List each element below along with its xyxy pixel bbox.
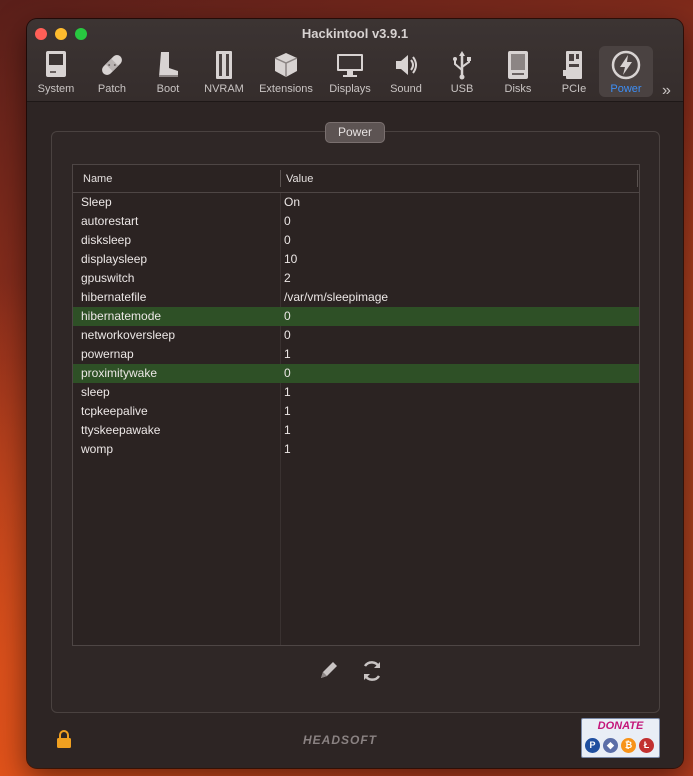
- row-name: disksleep: [81, 233, 132, 247]
- table-row[interactable]: Sleep On: [73, 193, 639, 212]
- disks-icon: [506, 50, 530, 83]
- row-name: displaysleep: [81, 252, 148, 266]
- toolbar-item-usb[interactable]: USB: [437, 46, 487, 97]
- paypal-icon: P: [585, 738, 600, 753]
- row-value: 1: [284, 423, 291, 437]
- toolbar-item-extensions[interactable]: Extensions: [255, 46, 317, 97]
- panel-title: Power: [325, 122, 385, 143]
- row-name: womp: [81, 442, 114, 456]
- power-icon: [611, 50, 641, 83]
- row-name: autorestart: [81, 214, 139, 228]
- table-row[interactable]: autorestart 0: [73, 212, 639, 231]
- headsoft-logo: HEADSOFT: [303, 733, 377, 747]
- system-icon: [44, 50, 68, 83]
- row-name: tcpkeepalive: [81, 404, 148, 418]
- row-value: 1: [284, 385, 291, 399]
- row-name: networkoversleep: [81, 328, 176, 342]
- extensions-icon: [272, 50, 300, 83]
- row-name: hibernatemode: [81, 309, 162, 323]
- row-name: ttyskeepawake: [81, 423, 161, 437]
- app-window: Hackintool v3.9.1 System Patch Boot NVRA…: [27, 19, 683, 768]
- row-name: gpuswitch: [81, 271, 135, 285]
- title-bar: Hackintool v3.9.1 System Patch Boot NVRA…: [27, 19, 683, 102]
- power-pane: Power Name Value Sleep On autorestart 0 di…: [27, 102, 683, 768]
- displays-icon: [335, 50, 365, 83]
- toolbar-overflow-button[interactable]: »: [662, 82, 671, 100]
- donate-button[interactable]: DONATE P ◆ ₿ Ł: [581, 718, 660, 758]
- ethereum-icon: ◆: [603, 738, 618, 753]
- power-settings-table[interactable]: Name Value Sleep On autorestart 0 diskslee…: [72, 164, 640, 646]
- lock-button[interactable]: [56, 730, 72, 753]
- row-value: 10: [284, 252, 298, 266]
- refresh-button[interactable]: [359, 658, 385, 689]
- row-name: hibernatefile: [81, 290, 147, 304]
- table-row-highlighted[interactable]: proximitywake 0: [73, 364, 639, 383]
- toolbar-item-nvram[interactable]: NVRAM: [199, 46, 249, 97]
- table-row[interactable]: ttyskeepawake 1: [73, 421, 639, 440]
- row-value: 0: [284, 328, 291, 342]
- row-value: 1: [284, 404, 291, 418]
- window-title: Hackintool v3.9.1: [301, 26, 409, 41]
- pencil-icon: [321, 662, 337, 678]
- row-value: 0: [284, 309, 291, 323]
- table-row[interactable]: powernap 1: [73, 345, 639, 364]
- table-row[interactable]: gpuswitch 2: [73, 269, 639, 288]
- row-value: 1: [284, 347, 291, 361]
- nvram-icon: [213, 50, 235, 83]
- bitcoin-icon: ₿: [621, 738, 636, 753]
- donate-label: DONATE: [597, 720, 644, 732]
- toolbar-item-disks[interactable]: Disks: [493, 46, 543, 97]
- table-row-highlighted[interactable]: hibernatemode 0: [73, 307, 639, 326]
- row-value: On: [284, 195, 301, 209]
- usb-icon: [450, 50, 474, 83]
- row-name: sleep: [81, 385, 110, 399]
- refresh-icon: [363, 661, 381, 681]
- toolbar-item-displays[interactable]: Displays: [325, 46, 375, 97]
- row-value: 0: [284, 366, 291, 380]
- row-value: 2: [284, 271, 291, 285]
- litecoin-icon: Ł: [639, 738, 654, 753]
- column-header-value[interactable]: Value: [286, 173, 313, 185]
- row-value: 0: [284, 214, 291, 228]
- table-body: Sleep On autorestart 0 disksleep 0 displays…: [73, 193, 639, 459]
- toolbar-item-system[interactable]: System: [31, 46, 81, 97]
- table-row[interactable]: tcpkeepalive 1: [73, 402, 639, 421]
- table-row[interactable]: networkoversleep 0: [73, 326, 639, 345]
- row-value: 1: [284, 442, 291, 456]
- column-header-name[interactable]: Name: [83, 173, 112, 185]
- row-name: proximitywake: [81, 366, 158, 380]
- toolbar: System Patch Boot NVRAM Extensions Displ…: [31, 46, 683, 100]
- lock-icon: [57, 730, 71, 748]
- row-value: 0: [284, 233, 291, 247]
- sound-icon: [392, 50, 420, 83]
- pcie-icon: [562, 50, 586, 83]
- table-row[interactable]: displaysleep 10: [73, 250, 639, 269]
- column-divider: [637, 170, 638, 187]
- patch-icon: [98, 50, 126, 83]
- table-row[interactable]: hibernatefile/var/vm/sleepimage: [73, 288, 639, 307]
- row-name: powernap: [81, 347, 134, 361]
- boot-icon: [155, 50, 181, 83]
- row-value: /var/vm/sleepimage: [284, 290, 389, 304]
- table-row[interactable]: sleep 1: [73, 383, 639, 402]
- column-divider: [280, 170, 281, 187]
- toolbar-item-boot[interactable]: Boot: [143, 46, 193, 97]
- row-name: Sleep: [81, 195, 112, 209]
- table-row[interactable]: womp 1: [73, 440, 639, 459]
- table-row[interactable]: disksleep 0: [73, 231, 639, 250]
- toolbar-item-power[interactable]: Power: [599, 46, 653, 97]
- toolbar-item-pcie[interactable]: PCIe: [549, 46, 599, 97]
- edit-button[interactable]: [317, 658, 341, 687]
- table-header: Name Value: [73, 165, 639, 193]
- toolbar-item-sound[interactable]: Sound: [381, 46, 431, 97]
- toolbar-item-patch[interactable]: Patch: [87, 46, 137, 97]
